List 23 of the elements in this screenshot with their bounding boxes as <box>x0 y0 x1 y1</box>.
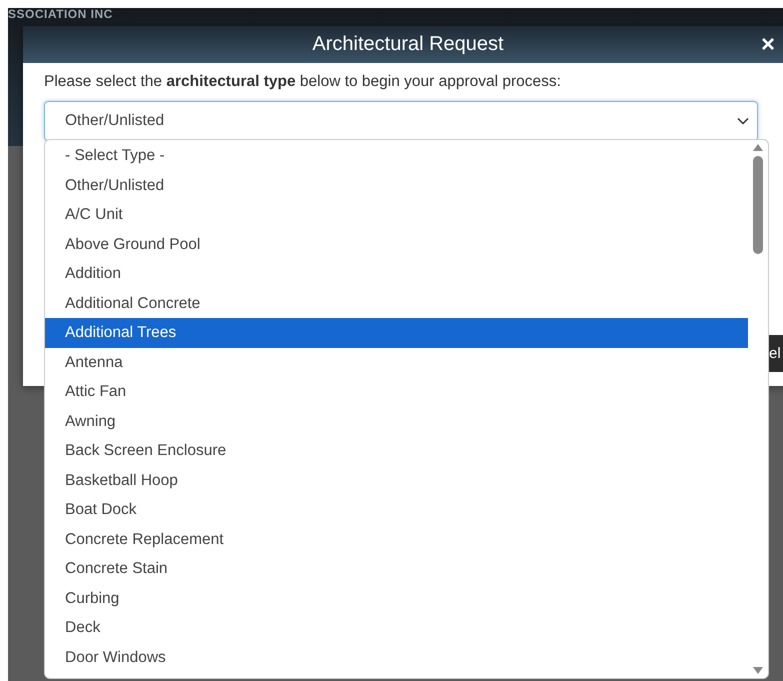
dropdown-option[interactable]: Addition <box>45 259 748 288</box>
site-name: SSOCIATION INC <box>8 8 114 20</box>
dropdown-option[interactable]: Deck <box>45 613 748 642</box>
dropdown-option[interactable]: Above Ground Pool <box>45 230 748 259</box>
dropdown-option[interactable]: Door Windows <box>45 642 748 672</box>
dropdown-option[interactable]: Other/Unlisted <box>45 170 748 200</box>
dialog-title: Architectural Request <box>312 33 504 56</box>
dropdown-option[interactable]: Attic Fan <box>45 377 748 406</box>
dropdown-option[interactable]: Concrete Replacement <box>45 524 748 554</box>
dropdown-option[interactable]: Basketball Hoop <box>45 466 748 495</box>
close-button[interactable]: × <box>760 33 775 57</box>
dropdown-option[interactable]: Additional Trees <box>45 318 748 348</box>
dropdown-option[interactable]: Awning <box>45 406 748 436</box>
prompt-text: Please select the architectural type below to begin your approval process: <box>44 73 562 91</box>
dropdown-option[interactable]: - Select Type - <box>45 141 748 170</box>
dropdown-option[interactable]: Boat Dock <box>45 495 748 524</box>
cancel-button[interactable]: el <box>769 335 783 372</box>
dropdown-option[interactable]: A/C Unit <box>45 200 748 230</box>
dropdown-option[interactable]: Curbing <box>45 584 748 613</box>
dropdown-option[interactable]: Additional Concrete <box>45 288 748 318</box>
dropdown-option[interactable]: Back Screen Enclosure <box>45 436 748 466</box>
dropdown-option[interactable]: Antenna <box>45 348 748 377</box>
dropdown-option[interactable]: Concrete Stain <box>45 554 748 584</box>
